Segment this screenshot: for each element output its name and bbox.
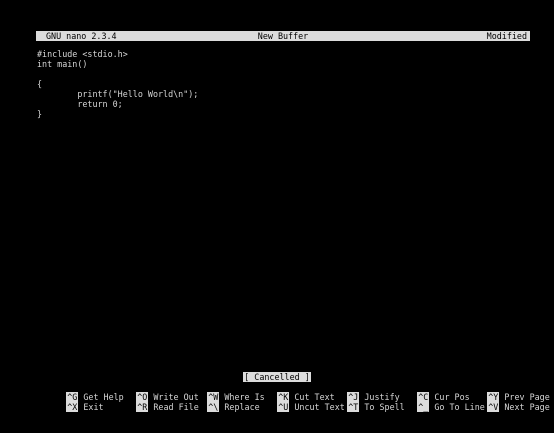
shortcut-list: ^G Get Help ^O Write Out ^W Where Is ^K Cut … <box>36 382 550 412</box>
shortcut-key: ^X <box>66 402 79 412</box>
code-line[interactable]: #include <stdio.h> <box>37 49 527 59</box>
code-line[interactable]: int main() <box>37 59 527 69</box>
shortcut-key: ^V <box>487 402 500 412</box>
code-line[interactable]: } <box>37 109 527 119</box>
shortcut-key: ^R <box>136 402 149 412</box>
code-line[interactable] <box>37 69 527 79</box>
status-message: [ Cancelled ] <box>243 372 311 382</box>
status-bar: [ Cancelled ] <box>0 372 554 382</box>
shortcut-next-page[interactable]: ^V Next Page <box>457 392 550 412</box>
shortcut-key: ^_ <box>417 402 430 412</box>
code-line[interactable]: printf("Hello World\n"); <box>37 89 527 99</box>
code-line[interactable]: { <box>37 79 527 89</box>
code-line[interactable]: return 0; <box>37 99 527 109</box>
terminal-screen: GNU nano 2.3.4 New Buffer Modified #incl… <box>0 0 554 433</box>
editor-text-area[interactable]: #include <stdio.h> int main() { printf("… <box>37 49 527 369</box>
shortcut-key: ^U <box>277 402 290 412</box>
shortcut-label: Next Page <box>504 402 550 412</box>
shortcut-key: ^T <box>347 402 360 412</box>
modified-indicator: Modified <box>486 31 527 41</box>
shortcut-label: Exit <box>83 402 104 412</box>
nano-title-bar: GNU nano 2.3.4 New Buffer Modified <box>36 31 530 41</box>
shortcut-exit[interactable]: ^X Exit <box>36 392 104 412</box>
buffer-name: New Buffer <box>257 31 309 41</box>
shortcut-prev-page[interactable]: ^Y Prev Page <box>457 382 550 402</box>
shortcut-key: ^\ <box>207 402 220 412</box>
